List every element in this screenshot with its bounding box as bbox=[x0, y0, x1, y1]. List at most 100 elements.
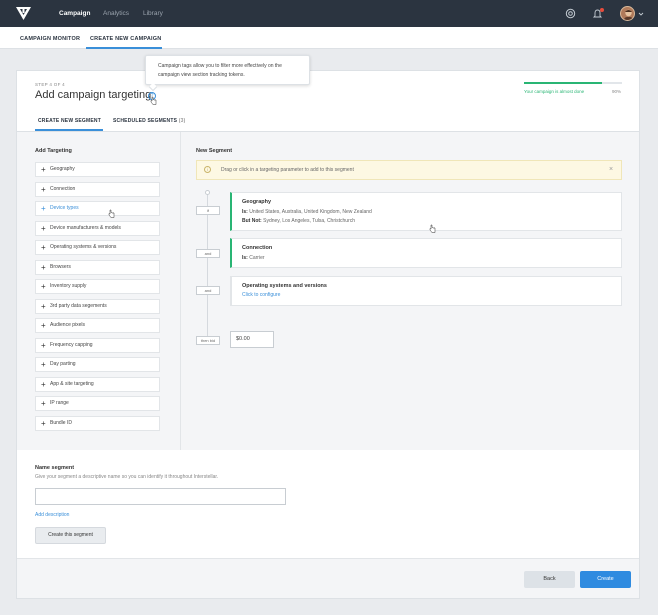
targeting-item[interactable]: + Audience pixels bbox=[35, 318, 160, 333]
targeting-item-label: Inventory supply bbox=[50, 283, 87, 289]
top-navigation-bar: Campaign Analytics Library bbox=[0, 0, 658, 27]
targeting-item-label: Bundle ID bbox=[50, 419, 72, 426]
info-banner: Drag or click in a targeting parameter t… bbox=[196, 160, 622, 180]
name-segment-help: Give your segment a descriptive name so … bbox=[35, 474, 219, 480]
plus-icon: + bbox=[41, 184, 46, 194]
targeting-item[interactable]: + Device types bbox=[35, 201, 160, 216]
targeting-item-label: Frequency capping bbox=[50, 341, 93, 348]
is-label: Is: bbox=[242, 209, 248, 215]
targeting-item[interactable]: + Operating systems & versions bbox=[35, 240, 160, 255]
segment-name-input[interactable] bbox=[35, 488, 286, 505]
targeting-item-label: Geography bbox=[50, 166, 75, 172]
targeting-item[interactable]: + Frequency capping bbox=[35, 337, 160, 353]
plus-icon: + bbox=[41, 360, 46, 369]
segment-card-title: Geography bbox=[242, 199, 272, 205]
targeting-item-label: App & site targeting bbox=[50, 380, 94, 387]
is-value: United States, Australia, United Kingdom… bbox=[249, 209, 372, 215]
plus-icon: + bbox=[41, 340, 46, 350]
active-tab-indicator bbox=[86, 47, 162, 49]
plus-icon: + bbox=[41, 399, 46, 408]
segment-card-title: Operating systems and versions bbox=[242, 283, 327, 289]
tab-scheduled-segments[interactable]: SCHEDULED SEGMENTS (3) bbox=[113, 118, 185, 124]
segment-is-line: Is: United States, Australia, United Kin… bbox=[242, 208, 611, 217]
nav-campaign[interactable]: Campaign bbox=[59, 10, 90, 17]
plus-icon: + bbox=[41, 243, 46, 252]
nav-analytics[interactable]: Analytics bbox=[103, 10, 129, 17]
segment-but-not-line: But Not: Sydney, Los Angeles, Tulsa, Chr… bbox=[242, 217, 611, 226]
targeting-item[interactable]: + Geography bbox=[35, 162, 160, 177]
is-value: Carrier bbox=[249, 255, 265, 261]
segment-card-connection[interactable]: Connection Is: Carrier bbox=[230, 238, 622, 268]
new-segment-heading: New Segment bbox=[196, 148, 233, 154]
page-title: Add campaign targeting bbox=[35, 89, 152, 101]
progress-percent: 90% bbox=[612, 89, 622, 94]
targeting-item-label: Day parting bbox=[50, 361, 76, 367]
segment-flow-start bbox=[205, 190, 210, 195]
segment-card-title: Connection bbox=[242, 245, 273, 251]
targeting-item-label: Browsers bbox=[50, 263, 71, 270]
targeting-item[interactable]: + Device manufacturers & models bbox=[35, 220, 160, 236]
plus-icon: + bbox=[41, 204, 46, 213]
name-segment-label: Name segment bbox=[35, 465, 75, 471]
targeting-item[interactable]: + Browsers bbox=[35, 259, 160, 275]
chevron-down-icon[interactable] bbox=[638, 11, 644, 17]
plus-icon: + bbox=[41, 418, 46, 428]
hand-cursor-icon bbox=[108, 209, 115, 218]
scheduled-segments-count: (3) bbox=[178, 118, 186, 124]
banner-text: Drag or click in a targeting parameter t… bbox=[221, 167, 354, 173]
but-not-label: But Not: bbox=[242, 218, 262, 224]
is-label: Is: bbox=[242, 255, 248, 261]
targeting-item-label: 3rd party data segements bbox=[50, 302, 107, 309]
connector-and: and bbox=[196, 286, 220, 295]
targeting-item[interactable]: + Bundle ID bbox=[35, 415, 160, 431]
tab-campaign-monitor[interactable]: CAMPAIGN MONITOR bbox=[20, 36, 80, 42]
targeting-item[interactable]: + Day parting bbox=[35, 357, 160, 372]
tab-create-new-segment[interactable]: CREATE NEW SEGMENT bbox=[38, 118, 101, 124]
close-icon[interactable]: × bbox=[609, 166, 613, 173]
targeting-item[interactable]: + Inventory supply bbox=[35, 279, 160, 294]
nav-library[interactable]: Library bbox=[143, 10, 163, 17]
scheduled-segments-label: SCHEDULED SEGMENTS bbox=[113, 118, 178, 124]
connector-if: if bbox=[196, 206, 220, 215]
step-indicator: STEP 4 OF 4 bbox=[35, 82, 65, 87]
connector-then-bid: then bid bbox=[196, 336, 220, 345]
segment-is-line: Is: Carrier bbox=[242, 254, 611, 263]
plus-icon: + bbox=[41, 223, 46, 233]
create-button[interactable]: Create bbox=[580, 571, 631, 588]
segment-card-geography[interactable]: Geography Is: United States, Australia, … bbox=[230, 192, 622, 231]
info-icon: i bbox=[204, 166, 211, 173]
tab-create-new-campaign[interactable]: CREATE NEW CAMPAIGN bbox=[90, 36, 161, 42]
targeting-item-label: IP range bbox=[50, 400, 69, 406]
sub-navigation: CAMPAIGN MONITOR CREATE NEW CAMPAIGN bbox=[0, 27, 658, 49]
connector-and: and bbox=[196, 249, 220, 258]
avatar-face-icon bbox=[624, 9, 633, 20]
user-avatar[interactable] bbox=[620, 6, 635, 21]
targeting-item-label: Audience pixels bbox=[50, 322, 86, 328]
plus-icon: + bbox=[41, 301, 46, 311]
progress-bar bbox=[524, 82, 622, 84]
configure-link[interactable]: Click to configure bbox=[242, 292, 280, 298]
back-button[interactable]: Back bbox=[524, 571, 575, 588]
progress-bar-fill bbox=[524, 82, 603, 84]
add-targeting-heading: Add Targeting bbox=[35, 148, 72, 154]
brand-logo[interactable] bbox=[16, 6, 31, 21]
plus-icon: + bbox=[41, 321, 46, 330]
targeting-item[interactable]: +3rd party data segements bbox=[35, 298, 160, 314]
plus-icon: + bbox=[41, 165, 46, 174]
progress-label: Your campaign is almost done bbox=[524, 89, 585, 94]
targeting-item-label: Connection bbox=[50, 185, 76, 192]
targeting-item[interactable]: + IP range bbox=[35, 396, 160, 411]
hand-cursor-icon bbox=[429, 224, 436, 233]
bid-input[interactable]: $0.00 bbox=[230, 331, 274, 348]
plus-icon: + bbox=[41, 282, 46, 291]
plus-icon: + bbox=[41, 262, 46, 272]
targeting-item-label: Device manufacturers & models bbox=[50, 224, 121, 231]
targeting-item-label: Operating systems & versions bbox=[50, 244, 117, 250]
segment-card-operating-systems[interactable]: Operating systems and versions Click to … bbox=[230, 276, 622, 306]
create-segment-button[interactable]: Create this segment bbox=[35, 527, 106, 544]
add-description-link[interactable]: Add description bbox=[35, 512, 69, 518]
plus-icon: + bbox=[41, 379, 46, 389]
help-circle-icon[interactable] bbox=[565, 8, 576, 19]
targeting-item[interactable]: + Connection bbox=[35, 181, 160, 197]
targeting-item[interactable]: + App & site targeting bbox=[35, 376, 160, 392]
